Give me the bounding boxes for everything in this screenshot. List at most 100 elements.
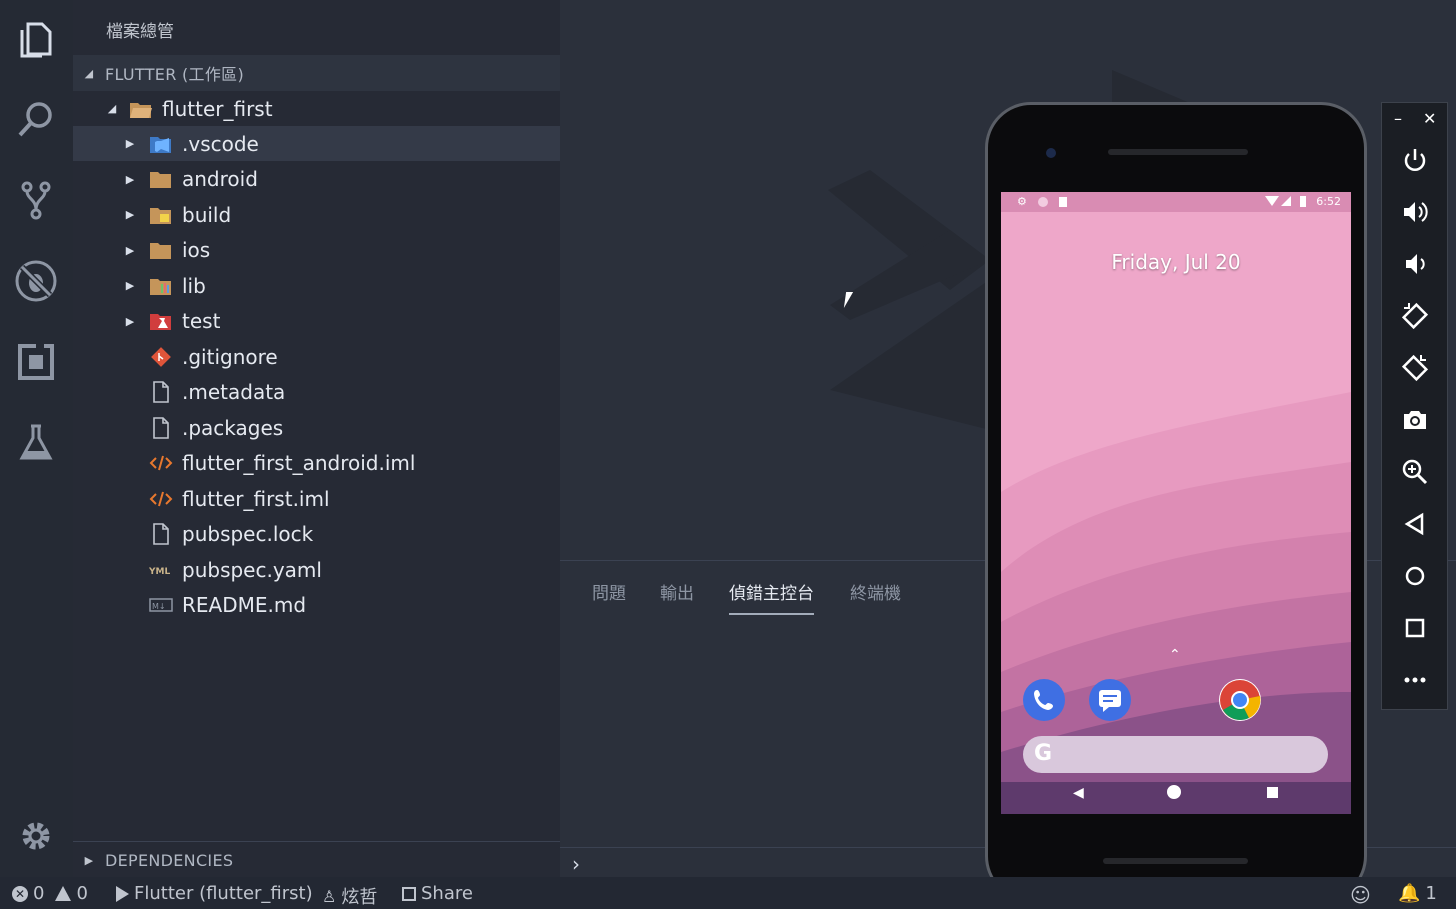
tree-item-label: lib [182,273,206,298]
camera-screenshot-icon[interactable] [1394,399,1436,441]
chrome-app-icon[interactable] [1219,679,1261,721]
tree-file-row[interactable]: .gitignore [73,339,560,374]
tree-file-row[interactable]: .packages [73,410,560,445]
back-icon[interactable] [1394,503,1436,545]
status-bar: ✕ 0 0 Flutter (flutter_first) ♙ 炫哲 Share… [0,877,1456,909]
tree-item-label: .metadata [182,380,286,404]
dependencies-section-header[interactable]: ▶ DEPENDENCIES [73,841,560,878]
tab-terminal[interactable]: 終端機 [850,579,901,604]
tree-file-row[interactable]: flutter_first_android.iml [73,446,560,481]
tree-item-label: ios [182,238,211,262]
user-name: 炫哲 [341,887,378,908]
build-folder-icon [149,204,173,226]
nav-back-icon[interactable]: ◀ [1073,785,1084,801]
search-icon[interactable] [8,92,64,148]
extensions-icon[interactable] [8,334,64,390]
wifi-icon [1265,196,1279,206]
collapsed-triangle-icon: ▶ [125,137,135,150]
home-icon[interactable] [1394,555,1436,597]
share-button[interactable]: Share [402,883,473,904]
problems-indicator[interactable]: ✕ 0 0 [12,883,88,904]
test-flask-icon[interactable] [8,414,64,470]
power-icon[interactable] [1394,139,1436,181]
dependencies-header-label: DEPENDENCIES [105,850,234,870]
yaml-file-icon: YML [149,559,173,581]
tab-output[interactable]: 輸出 [660,579,694,604]
collapsed-triangle-icon: ▶ [125,172,135,186]
phone-screen[interactable]: ⚙ 6:52 Friday, Jul 20 ⌃ G ◀ [1001,192,1351,814]
xml-file-icon [149,452,173,474]
vscode-folder-icon [149,133,173,155]
person-icon: ♙ [322,886,337,906]
tree-item-label: README.md [182,593,307,617]
root-folder-label: flutter_first [162,96,273,121]
tree-item-label: flutter_first_android.iml [182,451,416,475]
share-icon [402,886,416,901]
workspace-section-header[interactable]: ◢ FLUTTER (工作區) [73,55,560,91]
tree-folder-row[interactable]: ▶ .vscode [73,126,560,161]
tree-file-row[interactable]: flutter_first.iml [73,481,560,516]
google-search-bar[interactable]: G [1023,736,1328,773]
markdown-file-icon: M↓ [149,594,173,616]
tree-folder-row[interactable]: ▶ test [73,304,560,339]
more-options-icon[interactable] [1394,659,1436,701]
collapsed-triangle-icon: ▶ [125,208,135,221]
phone-app-icon[interactable] [1023,679,1065,721]
bottom-speaker-grille [1103,858,1248,864]
file-icon [149,416,173,439]
prompt-chevron-icon: › [572,852,580,876]
tab-problems[interactable]: 問題 [592,579,626,604]
zoom-icon[interactable] [1394,451,1436,493]
phone-nav-bar: ◀ [1001,777,1351,814]
tree-item-label: pubspec.lock [182,522,314,546]
rotate-right-icon[interactable] [1394,347,1436,389]
volume-up-icon[interactable] [1394,191,1436,233]
nav-home-icon[interactable] [1167,785,1181,799]
rotate-left-icon[interactable] [1394,295,1436,337]
expanded-triangle-icon: ◢ [107,102,117,115]
collapsed-triangle-icon: ▶ [84,853,94,867]
minimize-icon[interactable]: – [1394,109,1402,128]
test-folder-icon [149,310,173,332]
tree-folder-row[interactable]: ▶ build [73,197,560,232]
nav-recents-icon[interactable] [1267,787,1278,798]
tree-folder-row[interactable]: ▶ lib [73,268,560,303]
messages-app-icon[interactable] [1089,679,1131,721]
notifications-item[interactable]: 🔔 1 [1398,883,1437,904]
overview-icon[interactable] [1394,607,1436,649]
tab-debug-console[interactable]: 偵錯主控台 [729,579,814,615]
file-icon [149,523,173,545]
debug-target-label: Flutter (flutter_first) [134,883,313,904]
tree-folder-row[interactable]: ▶ ios [73,233,560,268]
tree-item-label: .packages [182,415,284,440]
source-control-icon[interactable] [8,172,64,228]
close-icon[interactable]: ✕ [1423,109,1436,128]
tree-file-row[interactable]: .metadata [73,375,560,410]
debug-icon[interactable] [8,253,64,309]
feedback-smiley[interactable]: ☺ [1350,883,1371,907]
explorer-sidebar: 檔案總管 ◢ FLUTTER (工作區) ◢ flutter_first ▶ .v… [73,0,560,878]
debug-target-item[interactable]: Flutter (flutter_first) [116,883,313,904]
notification-count: 1 [1425,883,1437,904]
git-file-icon [149,346,173,368]
volume-down-icon[interactable] [1394,243,1436,285]
tree-file-row[interactable]: M↓ README.md [73,588,560,623]
error-icon: ✕ [12,885,28,902]
tree-item-label: test [182,309,221,333]
svg-text:YML: YML [149,567,170,577]
tree-file-row[interactable]: pubspec.lock [73,517,560,552]
explorer-icon[interactable] [8,12,64,68]
app-drawer-arrow-icon[interactable]: ⌃ [1169,647,1181,663]
settings-gear-icon[interactable] [8,808,64,864]
tree-item-label: pubspec.yaml [182,557,322,582]
tree-item-label: flutter_first.iml [182,486,330,511]
status-circle-icon [1038,197,1048,207]
front-camera [1046,148,1056,158]
tree-folder-row[interactable]: ▶ android [73,162,560,197]
battery-icon [1300,196,1306,207]
mouse-cursor-icon [843,292,861,308]
file-icon [149,381,173,403]
live-share-user[interactable]: ♙ 炫哲 [322,883,377,909]
tree-file-row[interactable]: YML pubspec.yaml [73,552,560,587]
tree-root-folder[interactable]: ◢ flutter_first [73,91,560,126]
